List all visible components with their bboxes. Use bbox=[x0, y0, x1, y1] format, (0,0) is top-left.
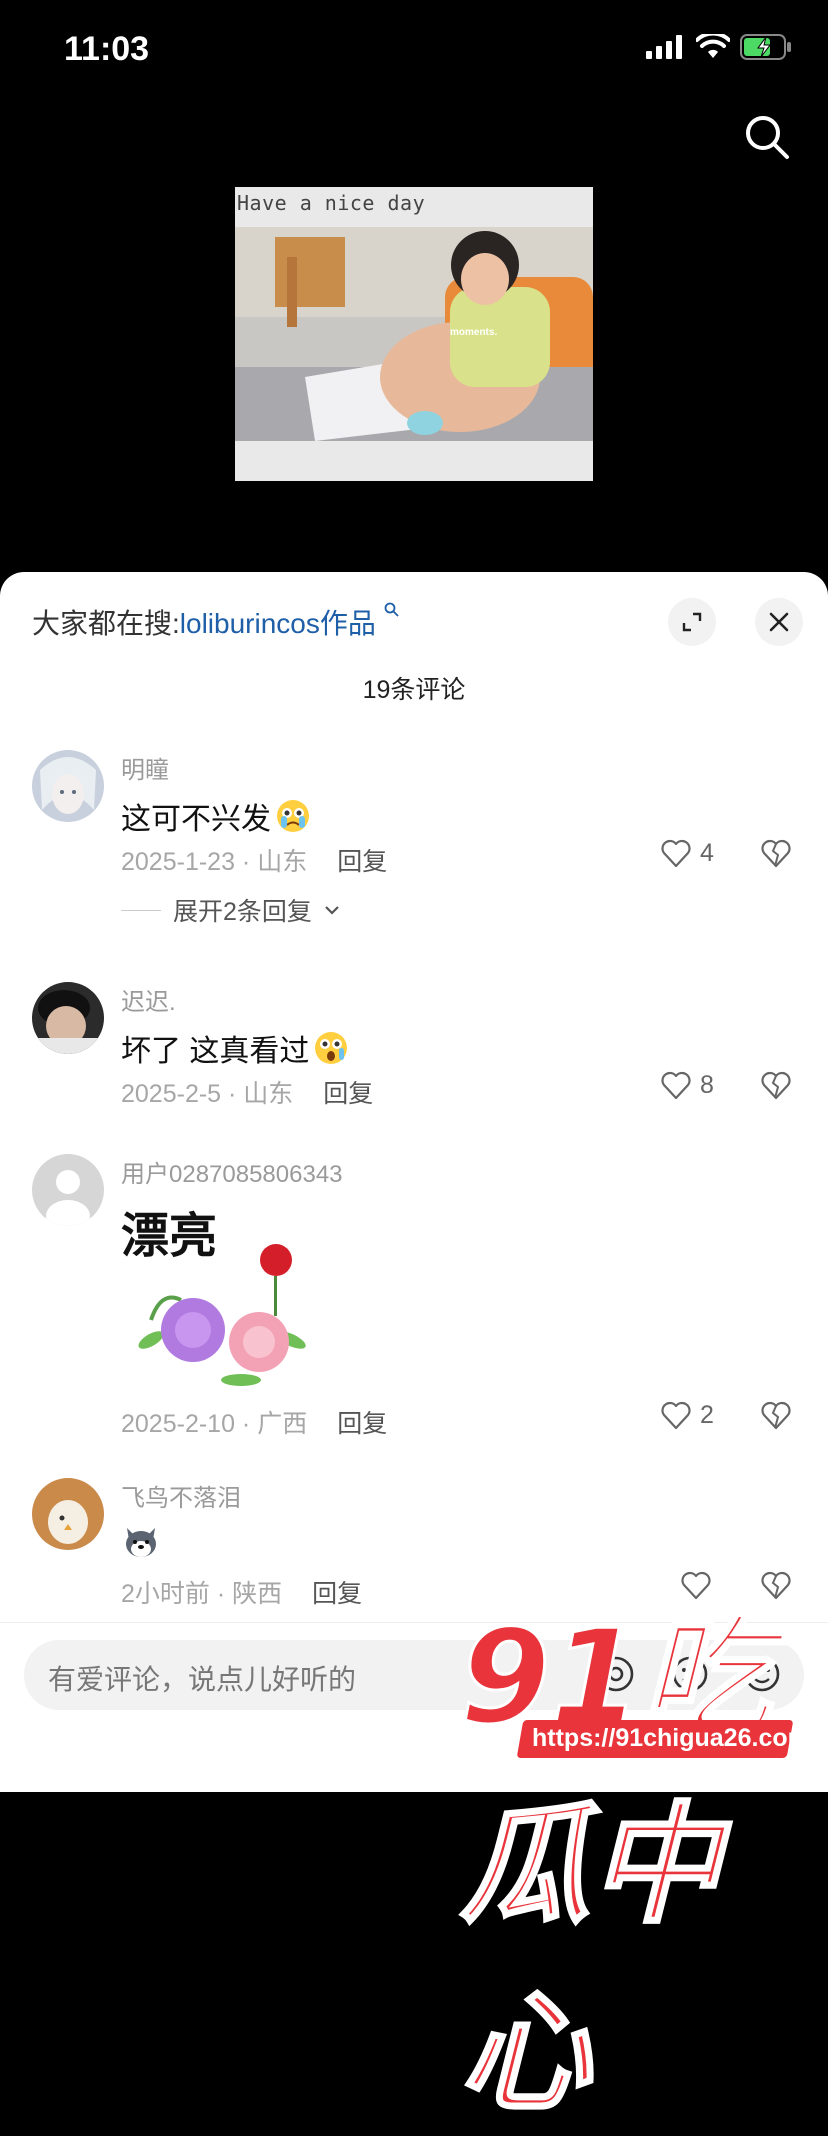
status-bar: 11:03 bbox=[0, 0, 828, 100]
avatar[interactable] bbox=[32, 982, 104, 1054]
small-search-icon bbox=[384, 602, 399, 617]
avatar[interactable] bbox=[32, 1478, 104, 1550]
close-icon bbox=[769, 612, 789, 632]
reply-button[interactable]: 回复 bbox=[337, 848, 387, 876]
comment-meta: 2小时前 · 陕西 回复 bbox=[121, 1574, 362, 1610]
comment-meta: 2025-1-23 · 山东 回复 bbox=[121, 842, 387, 878]
like-count: 4 bbox=[700, 838, 714, 867]
comment-item: 迟迟. 坏了 这真看过 2025-2-5 · 山东 回复 8 bbox=[0, 982, 828, 1142]
like-button[interactable]: 2 bbox=[660, 1400, 714, 1430]
battery-charging-icon bbox=[740, 34, 791, 60]
comment-text bbox=[121, 1522, 161, 1562]
like-count: 2 bbox=[700, 1400, 714, 1429]
crying-emoji-icon bbox=[277, 800, 309, 832]
like-count: 8 bbox=[700, 1070, 714, 1099]
expand-icon bbox=[682, 612, 702, 632]
broken-heart-icon[interactable] bbox=[760, 1400, 792, 1430]
heart-icon bbox=[661, 1401, 691, 1430]
comment-username[interactable]: 飞鸟不落泪 bbox=[121, 1478, 241, 1513]
heart-icon bbox=[661, 1071, 691, 1100]
expand-button[interactable] bbox=[668, 598, 716, 646]
signal-icon bbox=[646, 35, 682, 59]
comment-date-location: 2小时前 · 陕西 bbox=[121, 1580, 283, 1608]
chevron-down-icon bbox=[325, 906, 339, 915]
comment-text: 坏了 这真看过 bbox=[121, 1026, 349, 1070]
sticker-image[interactable]: 漂亮 bbox=[121, 1190, 319, 1388]
video-frame bbox=[235, 227, 593, 441]
broken-heart-icon[interactable] bbox=[760, 838, 792, 868]
like-button[interactable]: 4 bbox=[660, 838, 714, 868]
hot-search-keyword[interactable]: loliburincos作品 bbox=[180, 608, 376, 639]
reply-button[interactable]: 回复 bbox=[337, 1410, 387, 1438]
comment-text-content: 这可不兴发 bbox=[121, 803, 271, 836]
heart-icon bbox=[661, 839, 691, 868]
comment-item: 明瞳 这可不兴发 2025-1-23 · 山东 回复 4 展开2条回复 bbox=[0, 750, 828, 950]
status-icons bbox=[646, 34, 792, 60]
comment-username[interactable]: 明瞳 bbox=[121, 750, 169, 785]
close-button[interactable] bbox=[755, 598, 803, 646]
reply-button[interactable]: 回复 bbox=[312, 1580, 362, 1608]
comment-text: 这可不兴发 bbox=[121, 794, 311, 838]
expand-replies-label: 展开2条回复 bbox=[173, 898, 312, 926]
hot-search-label: 大家都在搜: bbox=[32, 608, 180, 639]
wifi-icon bbox=[696, 34, 730, 58]
comment-date-location: 2025-1-23 · 山东 bbox=[121, 848, 308, 876]
comment-item: 用户0287085806343 漂亮 2025-2-10 · 广西 回复 2 bbox=[0, 1154, 828, 1454]
like-button[interactable]: 8 bbox=[660, 1070, 714, 1100]
comment-username[interactable]: 迟迟. bbox=[121, 982, 176, 1017]
expand-replies[interactable]: 展开2条回复 bbox=[121, 892, 340, 928]
watermark-logo: 91吃瓜中心 https://91chigua26.com bbox=[459, 1572, 828, 2131]
comment-text-content: 坏了 这真看过 bbox=[121, 1035, 310, 1068]
expand-line bbox=[121, 909, 161, 911]
watermark-url: https://91chigua26.com bbox=[532, 1724, 810, 1752]
watermark-brand: 91吃瓜中心 bbox=[459, 1600, 773, 2131]
sticker-text: 漂亮 bbox=[121, 1208, 218, 1264]
husky-emoji-icon bbox=[126, 1528, 156, 1557]
shocked-emoji-icon bbox=[315, 1032, 348, 1064]
video-caption: Have a nice day bbox=[237, 191, 426, 215]
comment-sheet: 大家都在搜:loliburincos作品 19条评论 明瞳 这可不兴发 2025… bbox=[0, 572, 828, 2131]
video-overlay-text: moments. bbox=[450, 327, 498, 338]
status-time: 11:03 bbox=[64, 30, 150, 68]
comment-input-placeholder: 有爱评论，说点儿好听的 bbox=[48, 1664, 357, 1695]
avatar[interactable] bbox=[32, 1154, 104, 1226]
video-player[interactable]: Have a nice day moments. bbox=[235, 187, 593, 481]
search-icon[interactable] bbox=[744, 114, 790, 160]
hot-search[interactable]: 大家都在搜:loliburincos作品 bbox=[32, 602, 400, 642]
comment-date-location: 2025-2-5 · 山东 bbox=[121, 1080, 294, 1108]
broken-heart-icon[interactable] bbox=[760, 1070, 792, 1100]
comment-meta: 2025-2-5 · 山东 回复 bbox=[121, 1074, 373, 1110]
avatar[interactable] bbox=[32, 750, 104, 822]
comment-meta: 2025-2-10 · 广西 回复 bbox=[121, 1404, 387, 1440]
comment-date-location: 2025-2-10 · 广西 bbox=[121, 1410, 308, 1438]
reply-button[interactable]: 回复 bbox=[323, 1080, 373, 1108]
comment-username[interactable]: 用户0287085806343 bbox=[121, 1154, 343, 1189]
comment-count: 19条评论 bbox=[362, 676, 466, 704]
